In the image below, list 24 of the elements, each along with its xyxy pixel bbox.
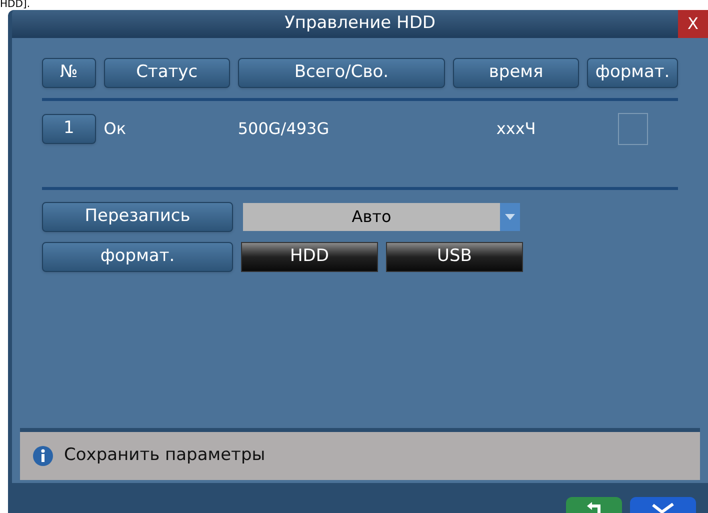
close-button[interactable]: X: [678, 10, 708, 38]
column-header: Всего/Сво.: [238, 58, 446, 88]
table-cell-text: Ок: [104, 118, 128, 140]
overwrite-dropdown[interactable]: Авто: [243, 203, 520, 231]
column-header: формат.: [587, 58, 678, 88]
status-text: Сохранить параметры: [64, 444, 266, 468]
check-icon: [652, 503, 674, 513]
caret-icon: [505, 214, 515, 220]
confirm-button[interactable]: [630, 497, 696, 513]
format-target-button[interactable]: USB: [386, 242, 523, 272]
column-header: №: [42, 58, 96, 88]
overwrite-label: Перезапись: [42, 202, 233, 232]
table-cell-text: xxxЧ: [495, 118, 537, 140]
row-number: 1: [42, 114, 96, 144]
info-icon: [32, 445, 54, 467]
back-button[interactable]: [566, 497, 622, 513]
format-checkbox[interactable]: [618, 113, 648, 145]
window-title: Управление HDD: [284, 12, 436, 36]
column-header: Статус: [104, 58, 230, 88]
format-target-button[interactable]: HDD: [241, 242, 378, 272]
table-cell-text: 500G/493G: [238, 118, 330, 140]
return-arrow-icon: [585, 501, 603, 513]
column-header: время: [453, 58, 580, 88]
format-label: формат.: [42, 242, 233, 272]
